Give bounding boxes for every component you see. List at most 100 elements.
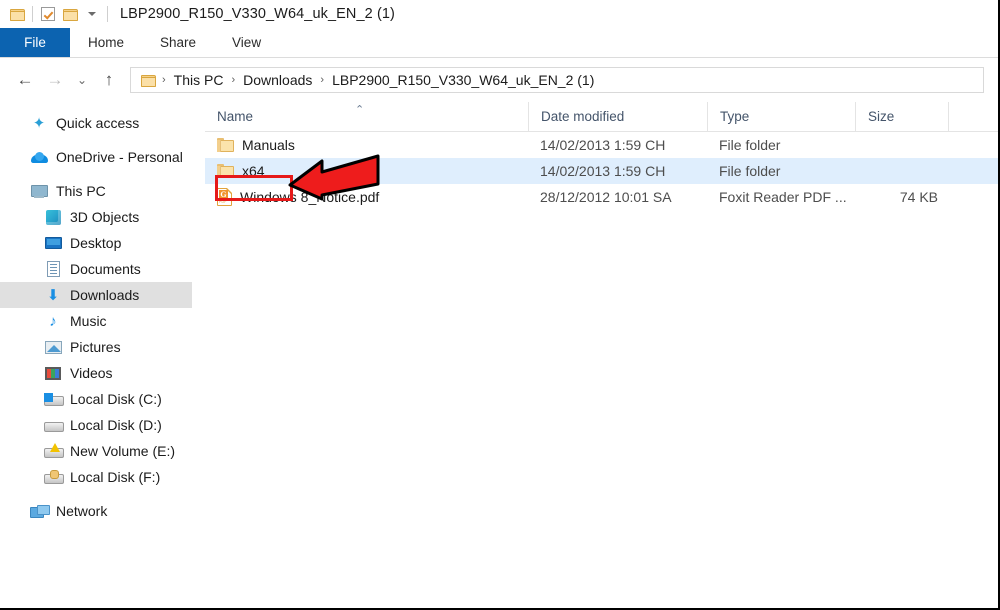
forward-icon: → — [46, 70, 64, 89]
sidebar-item-label: Documents — [70, 261, 141, 277]
file-rows: Manuals 14/02/2013 1:59 CH File folder x… — [205, 132, 998, 210]
breadcrumb-current-folder[interactable]: LBP2900_R150_V330_W64_uk_EN_2 (1) — [329, 72, 597, 88]
sidebar-item-label: Music — [70, 313, 107, 329]
downloads-icon: ⬇ — [46, 286, 60, 304]
title-divider — [107, 6, 108, 22]
sidebar-item-label: 3D Objects — [70, 209, 140, 225]
breadcrumb-separator: › — [320, 74, 325, 86]
file-explorer-window: LBP2900_R150_V330_W64_uk_EN_2 (1) File H… — [0, 0, 1000, 610]
file-type: File folder — [719, 163, 781, 179]
breadcrumb-this-pc[interactable]: This PC — [171, 72, 227, 88]
sidebar-item-label: Downloads — [70, 287, 140, 303]
pictures-icon — [44, 338, 62, 356]
sidebar-item-downloads[interactable]: ⬇ Downloads — [0, 282, 192, 308]
tab-file[interactable]: File — [0, 28, 70, 57]
address-bar[interactable]: › This PC › Downloads › LBP2900_R150_V33… — [130, 67, 984, 93]
column-header-spacer — [948, 101, 998, 132]
network-icon — [30, 502, 50, 520]
new-folder-icon[interactable] — [59, 3, 81, 25]
table-row[interactable]: G PDF Windows 8_Notice.pdf 28/12/2012 10:… — [205, 184, 998, 210]
tab-view[interactable]: View — [214, 28, 279, 57]
file-list-pane: Name ⌃ Date modified Type Size Manuals 1… — [205, 101, 998, 608]
sidebar-item-label: Pictures — [70, 339, 121, 355]
sidebar-item-local-disk-c[interactable]: Local Disk (C:) — [0, 386, 205, 412]
back-icon[interactable]: ← — [10, 65, 40, 95]
star-icon: ✦ — [32, 114, 46, 132]
recent-locations-chevron-icon[interactable]: ⌄ — [70, 65, 94, 95]
title-bar: LBP2900_R150_V330_W64_uk_EN_2 (1) — [0, 0, 998, 28]
sidebar-item-label: This PC — [56, 183, 106, 199]
address-folder-icon — [139, 69, 157, 91]
ribbon-tab-bar: File Home Share View — [0, 28, 998, 58]
sidebar-item-label: New Volume (E:) — [70, 443, 176, 459]
this-pc-icon — [30, 182, 48, 200]
local-disk-windows-icon — [44, 390, 64, 408]
sort-ascending-icon: ⌃ — [355, 103, 365, 116]
up-icon[interactable]: ↑ — [94, 65, 124, 95]
sidebar-item-label: Local Disk (C:) — [70, 391, 162, 407]
sidebar-item-label: Local Disk (D:) — [70, 417, 162, 433]
folder-icon[interactable] — [6, 3, 28, 25]
column-header-name[interactable]: Name ⌃ — [205, 102, 528, 132]
sidebar-item-videos[interactable]: Videos — [0, 360, 205, 386]
breadcrumb-separator: › — [231, 74, 236, 86]
sidebar-item-documents[interactable]: Documents — [0, 256, 205, 282]
file-name: Windows 8_Notice.pdf — [240, 189, 380, 205]
file-size — [855, 132, 948, 158]
sidebar-item-new-volume-e[interactable]: New Volume (E:) — [0, 438, 205, 464]
onedrive-cloud-icon — [30, 148, 48, 166]
3d-objects-icon — [44, 208, 62, 226]
column-header-date-modified[interactable]: Date modified — [528, 101, 707, 132]
properties-checkbox-icon[interactable] — [37, 3, 59, 25]
table-row[interactable]: Manuals 14/02/2013 1:59 CH File folder — [205, 132, 998, 158]
column-header-row: Name ⌃ Date modified Type Size — [205, 101, 998, 132]
sidebar-item-onedrive[interactable]: OneDrive - Personal — [0, 144, 205, 170]
music-icon: ♪ — [49, 312, 57, 330]
sidebar-item-pictures[interactable]: Pictures — [0, 334, 205, 360]
file-date-modified: 14/02/2013 1:59 CH — [540, 137, 666, 153]
file-size — [855, 158, 948, 184]
sidebar-item-quick-access[interactable]: ✦ Quick access — [0, 110, 205, 136]
tab-share[interactable]: Share — [142, 28, 214, 57]
breadcrumb-separator: › — [162, 74, 166, 86]
tab-home[interactable]: Home — [70, 28, 142, 57]
sidebar-item-this-pc[interactable]: This PC — [0, 178, 205, 204]
sidebar-item-label: Network — [56, 503, 108, 519]
customize-chevron-icon[interactable] — [81, 3, 103, 25]
column-header-size[interactable]: Size — [855, 101, 948, 132]
window-title: LBP2900_R150_V330_W64_uk_EN_2 (1) — [120, 6, 395, 22]
folder-icon — [217, 164, 234, 178]
sidebar-item-3d-objects[interactable]: 3D Objects — [0, 204, 205, 230]
column-header-type[interactable]: Type — [707, 101, 855, 132]
explorer-body: ✦ Quick access OneDrive - Personal This … — [0, 101, 998, 608]
navigation-pane: ✦ Quick access OneDrive - Personal This … — [0, 102, 205, 608]
file-date-modified: 28/12/2012 10:01 SA — [540, 189, 672, 205]
sidebar-item-label: OneDrive - Personal — [56, 149, 183, 165]
sidebar-item-local-disk-d[interactable]: Local Disk (D:) — [0, 412, 205, 438]
file-type: Foxit Reader PDF ... — [719, 189, 847, 205]
toolbar-divider — [32, 6, 33, 22]
table-row[interactable]: x64 14/02/2013 1:59 CH File folder — [205, 158, 998, 184]
local-disk-warning-icon — [44, 442, 64, 460]
sidebar-item-music[interactable]: ♪ Music — [0, 308, 205, 334]
sidebar-item-network[interactable]: Network — [0, 498, 205, 524]
file-date-modified: 14/02/2013 1:59 CH — [540, 163, 666, 179]
local-disk-icon — [44, 416, 64, 434]
file-type: File folder — [719, 137, 781, 153]
sidebar-item-local-disk-f[interactable]: Local Disk (F:) — [0, 464, 205, 490]
pdf-file-icon: G PDF — [217, 188, 232, 206]
sidebar-item-label: Local Disk (F:) — [70, 469, 161, 485]
desktop-icon — [44, 234, 62, 252]
documents-icon — [44, 260, 62, 278]
folder-icon — [217, 138, 234, 152]
sidebar-item-label: Desktop — [70, 235, 122, 251]
file-name: Manuals — [242, 137, 295, 153]
local-disk-shared-icon — [44, 468, 64, 486]
file-name: x64 — [242, 163, 265, 179]
sidebar-item-label: Videos — [70, 365, 113, 381]
file-size: 74 KB — [899, 189, 938, 205]
navigation-bar: ← → ⌄ ↑ › This PC › Downloads › LBP2900_… — [0, 58, 998, 102]
sidebar-item-label: Quick access — [56, 115, 140, 131]
sidebar-item-desktop[interactable]: Desktop — [0, 230, 205, 256]
breadcrumb-downloads[interactable]: Downloads — [240, 72, 315, 88]
